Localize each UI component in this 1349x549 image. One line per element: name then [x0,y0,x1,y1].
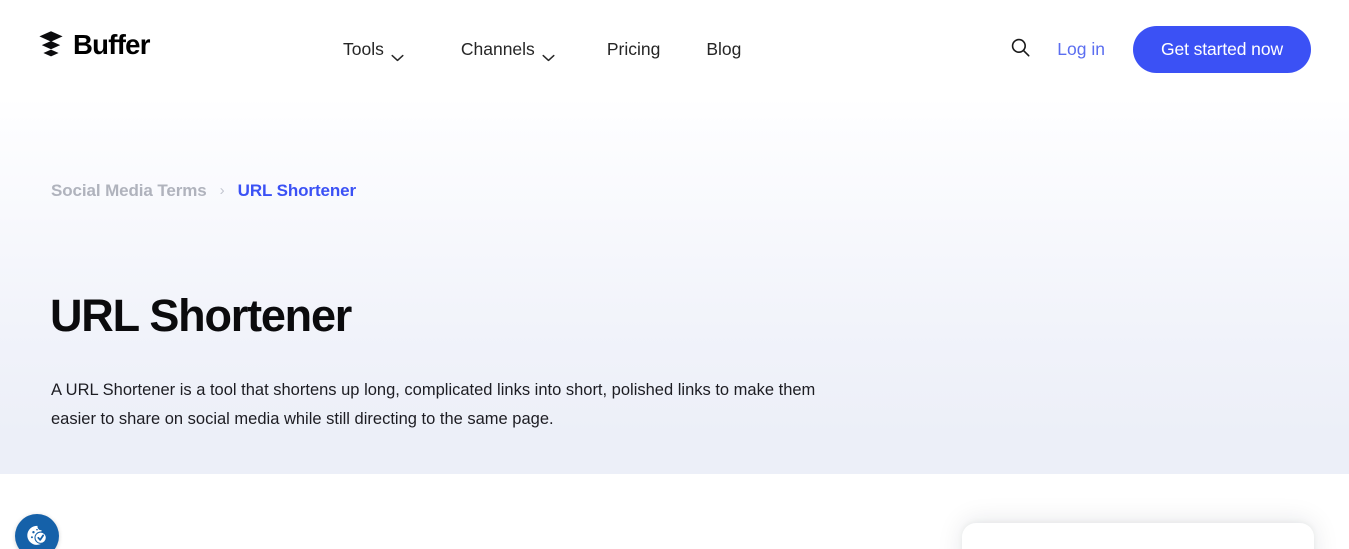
nav-item-channels[interactable]: Channels [460,38,555,62]
get-started-button[interactable]: Get started now [1132,25,1311,73]
page-root: Buffer Tools Channels Pricing Blog Log i… [0,0,1349,549]
nav-item-tools[interactable]: Tools [343,38,404,62]
header-actions: Log in Get started now [1003,0,1311,98]
content-card-preview [962,523,1314,549]
breadcrumb-separator-icon: › [219,182,225,199]
nav-item-tools-label: Tools [343,38,384,59]
chevron-down-icon [391,46,404,62]
search-icon [1010,37,1031,61]
chevron-down-icon [542,46,555,62]
breadcrumb-item-parent[interactable]: Social Media Terms [51,182,207,199]
nav-item-channels-label: Channels [460,38,535,59]
nav-item-pricing-label: Pricing [606,38,661,59]
breadcrumb-item-current[interactable]: URL Shortener [238,182,356,199]
main-navigation: Tools Channels Pricing Blog [343,0,741,98]
buffer-layers-icon [38,30,64,60]
search-button[interactable] [1003,32,1037,66]
nav-item-blog[interactable]: Blog [706,39,741,60]
breadcrumb: Social Media Terms › URL Shortener [51,182,356,199]
nav-item-pricing[interactable]: Pricing [607,39,661,60]
brand-logo-link[interactable]: Buffer [38,30,150,60]
cookie-consent-icon [23,521,51,549]
hero-section: Social Media Terms › URL Shortener URL S… [0,98,1349,474]
page-title: URL Shortener [50,290,352,341]
site-header: Buffer Tools Channels Pricing Blog Log i… [0,0,1349,98]
nav-item-blog-label: Blog [706,38,742,59]
brand-name: Buffer [73,29,150,61]
login-link[interactable]: Log in [1057,39,1105,60]
page-description: A URL Shortener is a tool that shortens … [51,381,816,428]
